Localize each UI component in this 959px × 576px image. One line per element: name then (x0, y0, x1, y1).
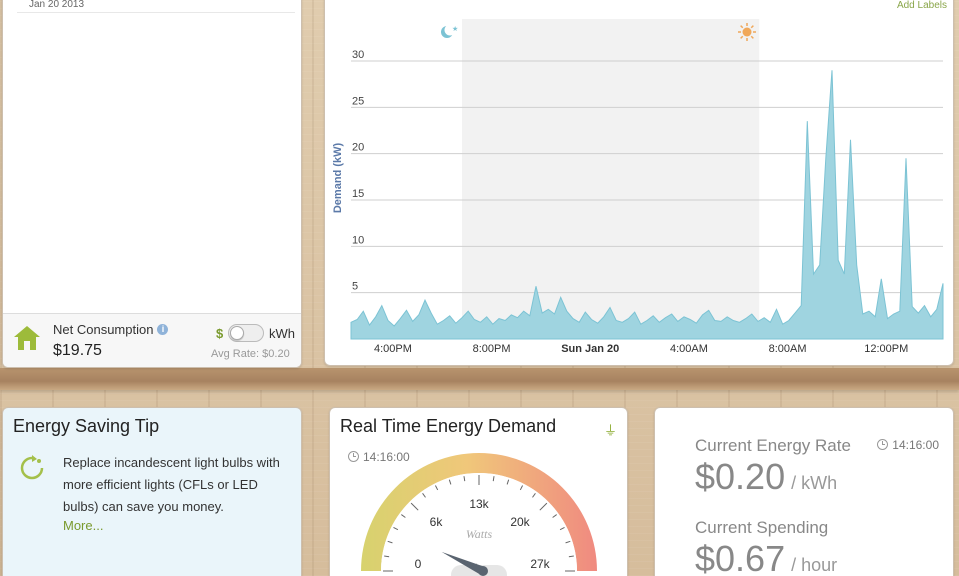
x-tick-label: 12:00PM (864, 343, 908, 355)
energy-saving-tip-card: Energy Saving Tip Replace incandescent l… (2, 407, 302, 576)
gauge-tick (519, 485, 524, 491)
x-tick-label: 8:00AM (769, 343, 807, 355)
gauge-tick (539, 502, 548, 511)
toggle-knob[interactable] (230, 326, 244, 340)
gauge-tick (559, 526, 565, 531)
energy-rate-card: Current Energy Rate 14:16:00 $0.20/ kWh … (654, 407, 954, 576)
y-axis-label: Demand (kW) (332, 143, 344, 214)
gauge-tick (434, 485, 439, 491)
x-tick-label: 4:00PM (374, 343, 412, 355)
demand-gauge: 0 6k 13k 20k 27k Watts (361, 453, 597, 576)
y-tick-label: 25 (352, 95, 364, 107)
currency-units-toggle[interactable] (228, 324, 264, 342)
spending-label: Current Spending (695, 518, 829, 537)
demand-chart[interactable]: 0510152025304:00PM8:00PMSun Jan 204:00AM… (325, 0, 954, 366)
spending-value: $0.67/ hour (695, 538, 838, 576)
gauge-tick (552, 514, 557, 518)
house-icon (14, 326, 40, 350)
consumption-summary-panel: Jan 20 2013 Net Consumption i $19.75 $ kW… (2, 0, 302, 368)
gauge-label: 20k (510, 515, 530, 529)
demand-chart-panel: Add Labels 0510152025304:00PM8:00PMSun J… (324, 0, 954, 366)
net-consumption-footer: Net Consumption i $19.75 $ kWh Avg Rate: … (3, 313, 301, 367)
spending-unit: / hour (791, 555, 838, 575)
clock-icon (877, 439, 889, 450)
real-time-demand-card: Real Time Energy Demand ⏚ 14:16:00 0 6k 13… (329, 407, 628, 576)
x-tick-label: 4:00AM (670, 343, 708, 355)
gauge-tick (410, 502, 419, 511)
avg-rate-label: Avg Rate: $0.20 (211, 348, 290, 360)
gauge-tick (393, 526, 399, 531)
info-icon[interactable]: i (157, 324, 169, 335)
rate-value: $0.20/ kWh (695, 456, 838, 497)
moon-stars-icon: ★ (441, 24, 458, 38)
toggle-dollar-label: $ (216, 326, 224, 341)
tip-title: Energy Saving Tip (13, 416, 160, 436)
gauge-label: 6k (430, 515, 444, 529)
rate-label: Current Energy Rate (695, 436, 851, 455)
net-consumption-value: $19.75 (53, 342, 102, 359)
x-tick-label: Sun Jan 20 (561, 343, 619, 355)
svg-text:★: ★ (452, 25, 458, 33)
wood-shelf-divider (0, 368, 959, 390)
divider (17, 12, 295, 13)
rate-unit: / kWh (791, 473, 838, 493)
refresh-bulb-icon (20, 455, 44, 480)
gauge-label: 0 (415, 557, 422, 571)
night-band (462, 19, 760, 339)
y-tick-label: 5 (352, 281, 358, 293)
y-tick-label: 10 (352, 234, 364, 246)
y-tick-label: 20 (352, 142, 364, 154)
date-label: Jan 20 2013 (29, 0, 85, 10)
gauge-label: 27k (530, 557, 550, 571)
gauge-tick (422, 493, 426, 498)
sun-icon (738, 23, 756, 41)
net-consumption-label: Net Consumption i (53, 322, 169, 337)
tip-more-link[interactable]: More... (63, 518, 103, 533)
toggle-kwh-label: kWh (269, 326, 295, 341)
y-tick-label: 15 (352, 188, 364, 200)
y-tick-label: 30 (352, 49, 364, 61)
x-tick-label: 8:00PM (473, 343, 511, 355)
gauge-needle-pivot (478, 566, 488, 576)
gauge-label: 13k (469, 497, 489, 511)
gauge-tick (401, 514, 406, 518)
gauge-tick (532, 493, 536, 498)
tip-text: Replace incandescent light bulbs with mo… (63, 455, 280, 514)
gauge-arc (361, 453, 597, 571)
rate-timestamp: 14:16:00 (877, 438, 939, 452)
gauge-unit-label: Watts (466, 527, 493, 541)
